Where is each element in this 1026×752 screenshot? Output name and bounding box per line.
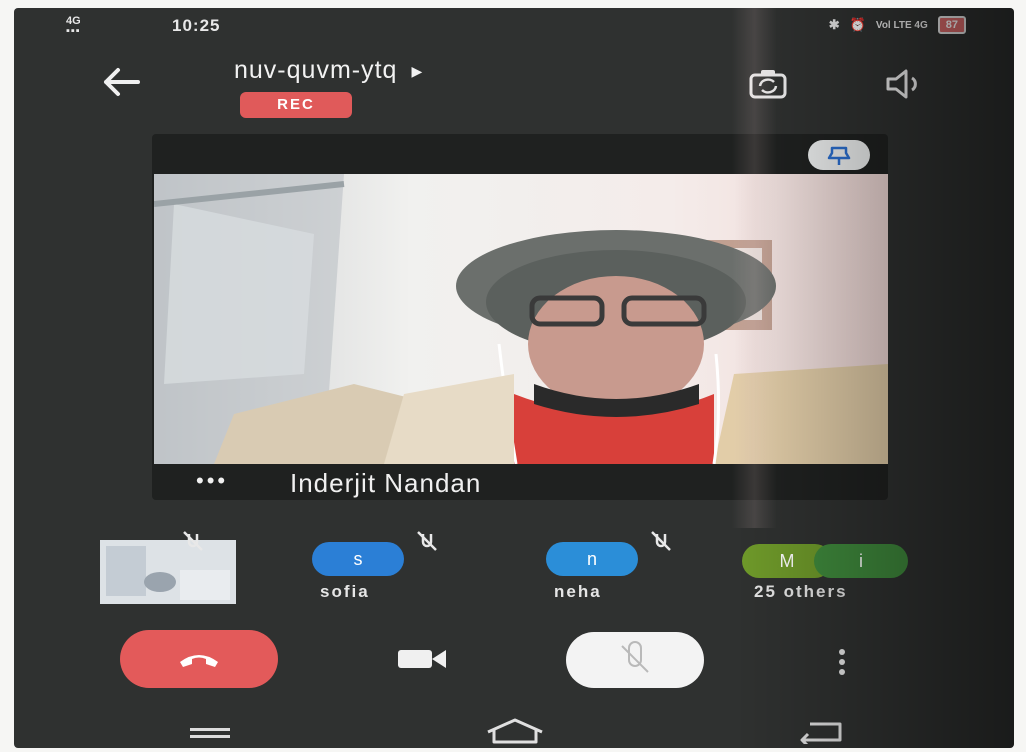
chevron-right-icon: ▶ <box>411 62 424 79</box>
status-time: 10:25 <box>172 16 221 35</box>
camera-icon[interactable] <box>394 644 450 674</box>
recent-apps-icon[interactable] <box>188 726 232 742</box>
participant-avatar[interactable]: i <box>814 544 908 578</box>
switch-camera-icon[interactable] <box>748 66 788 102</box>
back-arrow-icon[interactable] <box>98 64 144 100</box>
mic-off-icon <box>651 531 671 551</box>
home-icon[interactable] <box>482 716 548 744</box>
pin-icon <box>827 146 851 165</box>
meeting-title[interactable]: nuv-quvm-ytq ▶ <box>234 56 423 85</box>
video-frame <box>154 174 888 464</box>
participant-name: Inderjit Nandan <box>290 468 482 498</box>
bluetooth-icon: ✱ <box>828 17 840 32</box>
participant-avatar[interactable]: n <box>546 542 638 576</box>
signal-indicator: 4G ▪▪▪ <box>66 15 81 37</box>
network-text: Vol LTE 4G <box>875 19 928 31</box>
meeting-code: nuv-quvm-ytq <box>234 56 398 84</box>
mic-off-icon <box>183 531 203 551</box>
participant-name-bar: ••• Inderjit Nandan <box>152 466 888 500</box>
more-vert-icon[interactable] <box>832 644 852 680</box>
self-view-thumbnail[interactable] <box>100 540 236 604</box>
mic-off-icon <box>417 531 437 551</box>
status-bar: 4G ▪▪▪ 10:25 ✱ ⏰ Vol LTE 4G 87 <box>14 16 1014 40</box>
speaker-icon[interactable] <box>884 66 924 102</box>
self-view-image <box>100 540 236 604</box>
participant-label: neha <box>554 582 602 601</box>
participant-label: sofia <box>320 582 370 601</box>
participant-video[interactable] <box>154 174 888 464</box>
nav-back-icon[interactable] <box>794 718 850 744</box>
more-options-dots[interactable]: ••• <box>196 470 228 492</box>
mic-off-icon <box>621 641 649 673</box>
others-count-label: 25 others <box>754 582 848 601</box>
pin-button[interactable] <box>808 140 870 170</box>
status-right-icons: ✱ ⏰ Vol LTE 4G 87 <box>829 16 966 34</box>
mic-toggle-button[interactable] <box>566 632 704 688</box>
battery-icon: 87 <box>937 16 966 34</box>
alarm-icon: ⏰ <box>849 17 866 32</box>
participant-avatar[interactable]: s <box>312 542 404 576</box>
end-call-icon <box>180 655 218 667</box>
end-call-button[interactable] <box>120 630 278 688</box>
phone-screen: 4G ▪▪▪ 10:25 ✱ ⏰ Vol LTE 4G 87 nuv-quvm-… <box>14 8 1014 748</box>
recording-badge: REC <box>240 92 352 118</box>
main-video-panel: ••• Inderjit Nandan <box>152 134 888 500</box>
